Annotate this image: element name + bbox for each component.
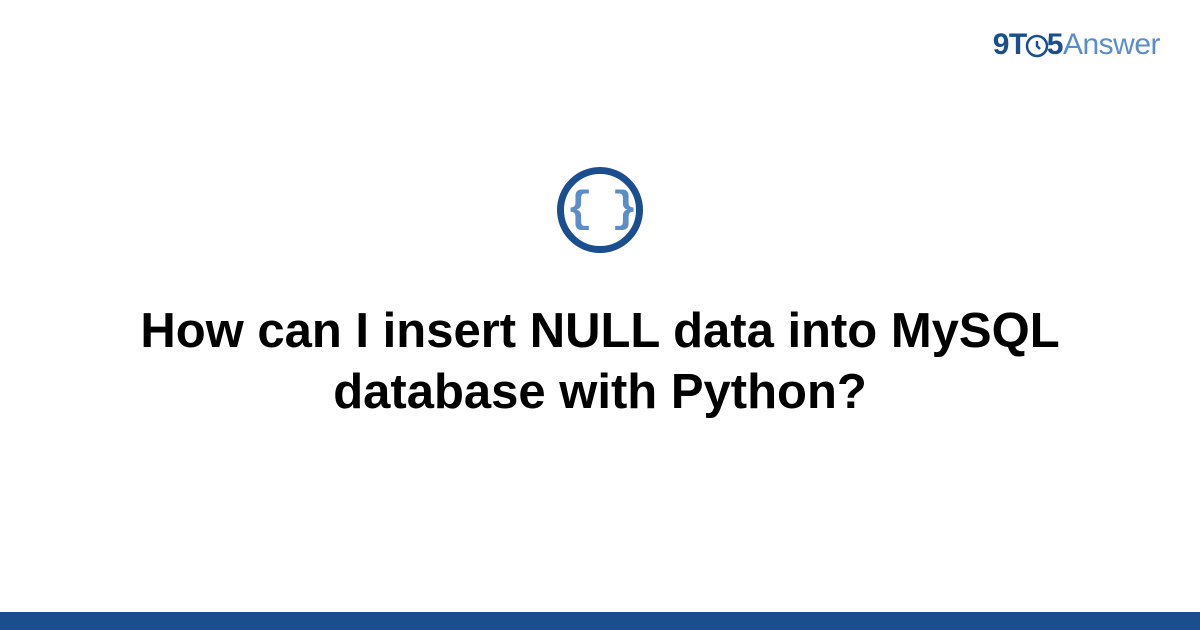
code-braces-icon: { } (566, 185, 633, 235)
main-content: { } How can I insert NULL data into MySQ… (0, 0, 1200, 630)
question-title: How can I insert NULL data into MySQL da… (100, 301, 1100, 424)
footer-bar (0, 612, 1200, 630)
category-icon-circle: { } (557, 167, 643, 253)
